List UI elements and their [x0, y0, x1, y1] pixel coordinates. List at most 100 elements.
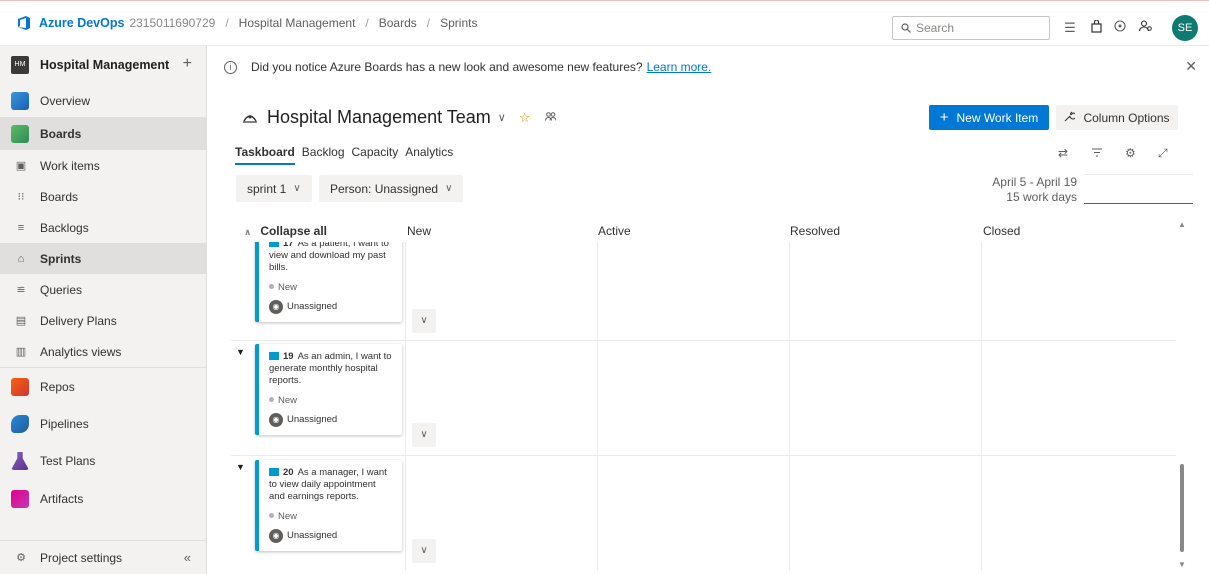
- sprint-selector[interactable]: sprint 1 ∨: [236, 175, 312, 202]
- collapse-sidebar-icon[interactable]: «: [184, 550, 191, 565]
- person-filter-value: Person: Unassigned: [330, 181, 439, 196]
- sidebar-item-sprints[interactable]: ⌂ Sprints: [0, 243, 206, 274]
- tab-taskboard[interactable]: Taskboard: [235, 145, 295, 165]
- new-work-item-label: New Work Item: [956, 110, 1039, 125]
- expand-row-button[interactable]: ∨: [412, 309, 436, 333]
- close-icon[interactable]: ✕: [1185, 58, 1197, 75]
- card-state-label: New: [278, 282, 298, 293]
- sidebar-item-delivery-plans[interactable]: ▤ Delivery Plans: [0, 305, 206, 336]
- user-avatar[interactable]: SE: [1172, 15, 1198, 41]
- info-icon: i: [224, 60, 237, 74]
- sidebar-item-label: Artifacts: [40, 492, 84, 506]
- breadcrumb-project[interactable]: Hospital Management: [239, 16, 356, 30]
- search-input[interactable]: Search: [892, 16, 1050, 40]
- expand-row-button[interactable]: ∨: [412, 539, 436, 563]
- sidebar-item-analytics-views[interactable]: ▥ Analytics views: [0, 336, 206, 367]
- azure-devops-logo-icon[interactable]: [17, 16, 31, 30]
- user-story-icon: [269, 468, 279, 476]
- row-divider: [231, 340, 1176, 341]
- card-assignee-label: Unassigned: [287, 530, 338, 541]
- project-settings-label: Project settings: [40, 550, 123, 565]
- sidebar-item-backlogs[interactable]: ≡ Backlogs: [0, 212, 206, 243]
- team-name[interactable]: Hospital Management Team: [267, 107, 491, 128]
- info-banner: i Did you notice Azure Boards has a new …: [207, 46, 1209, 88]
- sidebar-item-pipelines[interactable]: Pipelines: [0, 405, 206, 442]
- scrollbar-thumb[interactable]: [1180, 464, 1184, 552]
- sidebar-item-artifacts[interactable]: Artifacts: [0, 480, 206, 518]
- scroll-down-icon[interactable]: ▼: [1178, 560, 1186, 569]
- sidebar-item-label: Test Plans: [40, 454, 96, 468]
- tab-analytics[interactable]: Analytics: [405, 145, 453, 165]
- breadcrumb-sprints[interactable]: Sprints: [440, 16, 477, 30]
- user-story-icon: [269, 242, 279, 247]
- column-options-label: Column Options: [1083, 110, 1170, 125]
- work-item-card[interactable]: 20 As a manager, I want to view daily app…: [255, 460, 402, 551]
- column-header-resolved: Resolved: [790, 224, 841, 238]
- add-icon[interactable]: +: [183, 56, 192, 72]
- search-placeholder: Search: [916, 21, 955, 35]
- column-divider: [981, 242, 982, 571]
- favorite-star-icon[interactable]: ☆: [519, 110, 531, 126]
- plus-icon: +: [939, 108, 949, 126]
- analytics-icon: ▥: [15, 345, 27, 358]
- filter-icon[interactable]: [1092, 146, 1102, 160]
- learn-more-link[interactable]: Learn more.: [647, 60, 712, 74]
- card-assignee[interactable]: ◉ Unassigned: [269, 529, 392, 543]
- settings-gear-icon[interactable]: ⚙: [1125, 146, 1136, 160]
- boards-icon: [11, 124, 29, 143]
- sidebar-item-work-items[interactable]: ▣ Work items: [0, 150, 206, 181]
- help-icon[interactable]: [1112, 20, 1128, 36]
- date-input[interactable]: [1084, 174, 1193, 204]
- sidebar-item-queries[interactable]: ≌ Queries: [0, 274, 206, 305]
- new-work-item-button[interactable]: + New Work Item: [929, 105, 1049, 130]
- expand-row-button[interactable]: ∨: [412, 423, 436, 447]
- work-item-card[interactable]: 17 As a patient, I want to view and downl…: [255, 242, 402, 322]
- sprints-icon: ⌂: [17, 252, 25, 265]
- chevron-down-icon[interactable]: ∨: [498, 111, 506, 124]
- scroll-up-icon[interactable]: ▲: [1178, 220, 1186, 229]
- kanban-icon: ⁝⁝: [17, 190, 25, 203]
- sprint-date-range: April 5 - April 19 15 work days: [985, 175, 1077, 205]
- project-settings-button[interactable]: ⚙ Project settings «: [0, 540, 207, 574]
- project-header[interactable]: HM Hospital Management +: [0, 46, 206, 84]
- sidebar-item-repos[interactable]: Repos: [0, 368, 206, 405]
- sidebar-item-label: Pipelines: [40, 416, 89, 431]
- backlogs-icon: ≡: [17, 221, 25, 234]
- work-items-icon: ▣: [15, 159, 27, 172]
- card-id: 19: [283, 351, 294, 362]
- shopping-bag-icon[interactable]: [1088, 19, 1104, 36]
- card-assignee[interactable]: ◉ Unassigned: [269, 413, 392, 427]
- sidebar-item-test-plans[interactable]: Test Plans: [0, 442, 206, 480]
- breadcrumb-separator: /: [365, 16, 369, 30]
- tab-backlog[interactable]: Backlog: [302, 145, 345, 165]
- checklist-icon[interactable]: ☰: [1062, 20, 1078, 36]
- state-dot-icon: [269, 513, 274, 518]
- tab-capacity[interactable]: Capacity: [352, 145, 399, 165]
- collapse-all-button[interactable]: ∧ Collapse all: [244, 224, 327, 238]
- sidebar-item-boards[interactable]: Boards: [0, 117, 206, 150]
- queries-icon: ≌: [16, 283, 26, 296]
- team-members-icon[interactable]: [544, 111, 557, 124]
- row-collapse-icon[interactable]: ▼: [236, 462, 245, 472]
- work-item-card[interactable]: 19 As an admin, I want to generate monthl…: [255, 344, 402, 435]
- person-filter[interactable]: Person: Unassigned ∨: [319, 175, 464, 202]
- fullscreen-icon[interactable]: ⤢: [1158, 146, 1168, 161]
- product-name[interactable]: Azure DevOps: [39, 16, 124, 30]
- gear-icon: ⚙: [16, 551, 26, 564]
- org-name[interactable]: 2315011690729: [129, 16, 215, 30]
- board-scrollbar[interactable]: ▲ ▼: [1177, 216, 1187, 571]
- column-header-active: Active: [598, 224, 631, 238]
- sidebar-item-label: Work items: [40, 158, 100, 173]
- card-assignee[interactable]: ◉ Unassigned: [269, 300, 392, 314]
- card-assignee-label: Unassigned: [287, 414, 338, 425]
- card-state-label: New: [278, 395, 298, 406]
- breadcrumb-boards[interactable]: Boards: [379, 16, 417, 30]
- sidebar-item-overview[interactable]: Overview: [0, 84, 206, 117]
- date-range-text: April 5 - April 19: [992, 175, 1077, 189]
- column-options-button[interactable]: Column Options: [1056, 105, 1178, 130]
- row-collapse-icon[interactable]: ▼: [236, 347, 245, 357]
- user-story-icon: [269, 352, 279, 360]
- sidebar-item-kanban-boards[interactable]: ⁝⁝ Boards: [0, 181, 206, 212]
- user-settings-icon[interactable]: [1137, 20, 1153, 36]
- view-options-icon[interactable]: ⇄: [1058, 146, 1068, 160]
